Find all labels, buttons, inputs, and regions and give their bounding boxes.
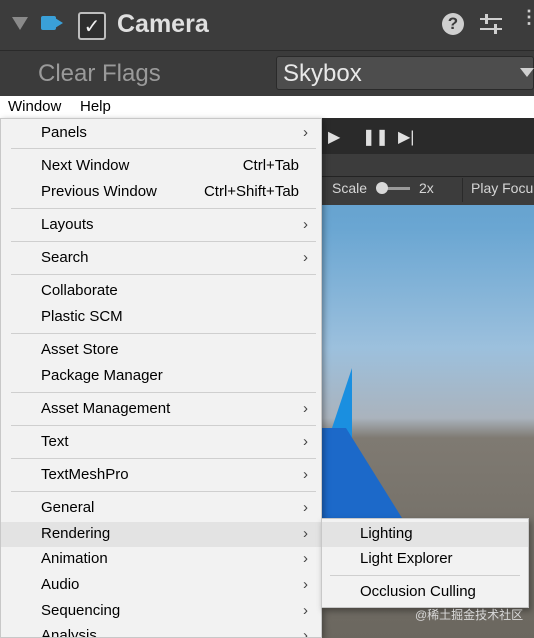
help-icon[interactable]: ? xyxy=(442,13,464,35)
menu-item-general[interactable]: General › xyxy=(1,496,321,521)
camera-icon xyxy=(41,16,56,30)
menu-item-label: TextMeshPro xyxy=(41,466,129,483)
clear-flags-dropdown[interactable]: Skybox xyxy=(276,56,534,90)
window-menu: Panels › Next Window Ctrl+Tab Previous W… xyxy=(0,118,322,638)
menu-separator xyxy=(11,274,316,275)
menu-separator xyxy=(11,333,316,334)
watermark: @稀土掘金技术社区 xyxy=(415,608,524,622)
menu-item-audio[interactable]: Audio › xyxy=(1,573,321,598)
menu-item-label: Asset Store xyxy=(41,341,119,358)
menu-item-shortcut: Ctrl+Shift+Tab xyxy=(203,183,299,200)
chevron-right-icon: › xyxy=(303,400,308,417)
submenu-item-light-explorer[interactable]: Light Explorer xyxy=(322,547,528,572)
menu-item-label: Plastic SCM xyxy=(41,308,123,325)
menubar: Window Help xyxy=(0,96,534,118)
chevron-right-icon: › xyxy=(303,249,308,266)
menu-item-panels[interactable]: Panels › xyxy=(1,121,321,146)
menu-item-previous-window[interactable]: Previous Window Ctrl+Shift+Tab xyxy=(1,180,321,205)
chevron-right-icon: › xyxy=(303,499,308,516)
menu-item-label: General xyxy=(41,499,95,516)
play-toolbar xyxy=(322,118,534,154)
menu-item-label: Asset Management xyxy=(41,400,171,417)
menu-item-package-manager[interactable]: Package Manager xyxy=(1,364,321,389)
menu-separator xyxy=(11,241,316,242)
menu-item-label: Audio xyxy=(41,576,80,593)
menu-item-label: Layouts xyxy=(41,216,94,233)
menu-separator xyxy=(330,575,520,576)
menu-item-label: Previous Window xyxy=(41,183,157,200)
step-icon[interactable]: ▶| xyxy=(398,127,414,147)
chevron-right-icon: › xyxy=(303,627,308,638)
menu-item-label: Search xyxy=(41,249,89,266)
menu-item-search[interactable]: Search › xyxy=(1,246,321,271)
triangle-down-icon[interactable] xyxy=(12,17,28,30)
chevron-right-icon: › xyxy=(303,576,308,593)
menu-item-text[interactable]: Text › xyxy=(1,430,321,455)
menu-item-label: Analysis xyxy=(41,627,97,638)
menu-item-textmeshpro[interactable]: TextMeshPro › xyxy=(1,463,321,488)
play-icon[interactable]: ▶ xyxy=(328,127,340,147)
menu-separator xyxy=(11,458,316,459)
submenu-item-label: Occlusion Culling xyxy=(360,583,476,600)
sliders-icon[interactable] xyxy=(480,13,502,35)
submenu-item-lighting[interactable]: Lighting xyxy=(322,522,528,547)
clear-flags-label: Clear Flags xyxy=(38,60,161,87)
menubar-window[interactable]: Window xyxy=(8,96,61,118)
submenu-item-label: Light Explorer xyxy=(360,550,453,567)
menu-item-asset-store[interactable]: Asset Store xyxy=(1,338,321,363)
menu-item-next-window[interactable]: Next Window Ctrl+Tab xyxy=(1,154,321,179)
submenu-item-occlusion-culling[interactable]: Occlusion Culling xyxy=(322,580,528,605)
menu-separator xyxy=(11,425,316,426)
toolbar-divider xyxy=(462,178,463,202)
menu-item-label: Text xyxy=(41,433,69,450)
chevron-right-icon: › xyxy=(303,550,308,567)
menu-item-sequencing[interactable]: Sequencing › xyxy=(1,599,321,624)
menu-separator xyxy=(11,491,316,492)
scale-label: Scale xyxy=(332,180,368,196)
chevron-right-icon: › xyxy=(303,216,308,233)
chevron-right-icon: › xyxy=(303,433,308,450)
chevron-right-icon: › xyxy=(303,466,308,483)
pause-icon[interactable]: ❚❚ xyxy=(362,127,389,147)
scale-value: 2x xyxy=(419,180,434,196)
menu-item-label: Next Window xyxy=(41,157,130,174)
menu-item-plastic-scm[interactable]: Plastic SCM xyxy=(1,305,321,330)
enabled-checkbox[interactable]: ✓ xyxy=(78,12,106,40)
component-title: Camera xyxy=(117,10,209,38)
chevron-right-icon: › xyxy=(303,525,308,542)
more-icon[interactable]: ⋮ xyxy=(520,8,534,26)
menu-item-collaborate[interactable]: Collaborate xyxy=(1,279,321,304)
menu-item-shortcut: Ctrl+Tab xyxy=(242,157,299,174)
menubar-help[interactable]: Help xyxy=(80,96,111,118)
inspector-header: ✓ Camera ? ⋮ Clear Flags Skybox xyxy=(0,0,534,96)
play-focused-dropdown[interactable]: Play Focu xyxy=(471,180,533,196)
menu-separator xyxy=(11,148,316,149)
cube-face-shadow xyxy=(322,428,402,518)
chevron-right-icon: › xyxy=(303,602,308,619)
menu-item-label: Sequencing xyxy=(41,602,121,619)
menu-separator xyxy=(11,208,316,209)
menu-separator xyxy=(11,392,316,393)
menu-item-label: Animation xyxy=(41,550,108,567)
menu-item-analysis[interactable]: Analysis › xyxy=(1,624,321,638)
menu-item-label: Rendering xyxy=(41,525,111,542)
menu-item-layouts[interactable]: Layouts › xyxy=(1,213,321,238)
menu-item-rendering[interactable]: Rendering › xyxy=(1,522,321,547)
menu-item-label: Collaborate xyxy=(41,282,118,299)
tab-bar xyxy=(322,154,534,178)
chevron-down-icon xyxy=(520,68,534,77)
menu-item-label: Package Manager xyxy=(41,367,163,384)
chevron-right-icon: › xyxy=(303,124,308,141)
submenu-item-label: Lighting xyxy=(360,525,413,542)
scale-slider-handle[interactable] xyxy=(376,182,388,194)
menu-item-animation[interactable]: Animation › xyxy=(1,547,321,572)
menu-item-label: Panels xyxy=(41,124,87,141)
menu-item-asset-management[interactable]: Asset Management › xyxy=(1,397,321,422)
rendering-submenu: Lighting Light Explorer Occlusion Cullin… xyxy=(321,518,529,608)
